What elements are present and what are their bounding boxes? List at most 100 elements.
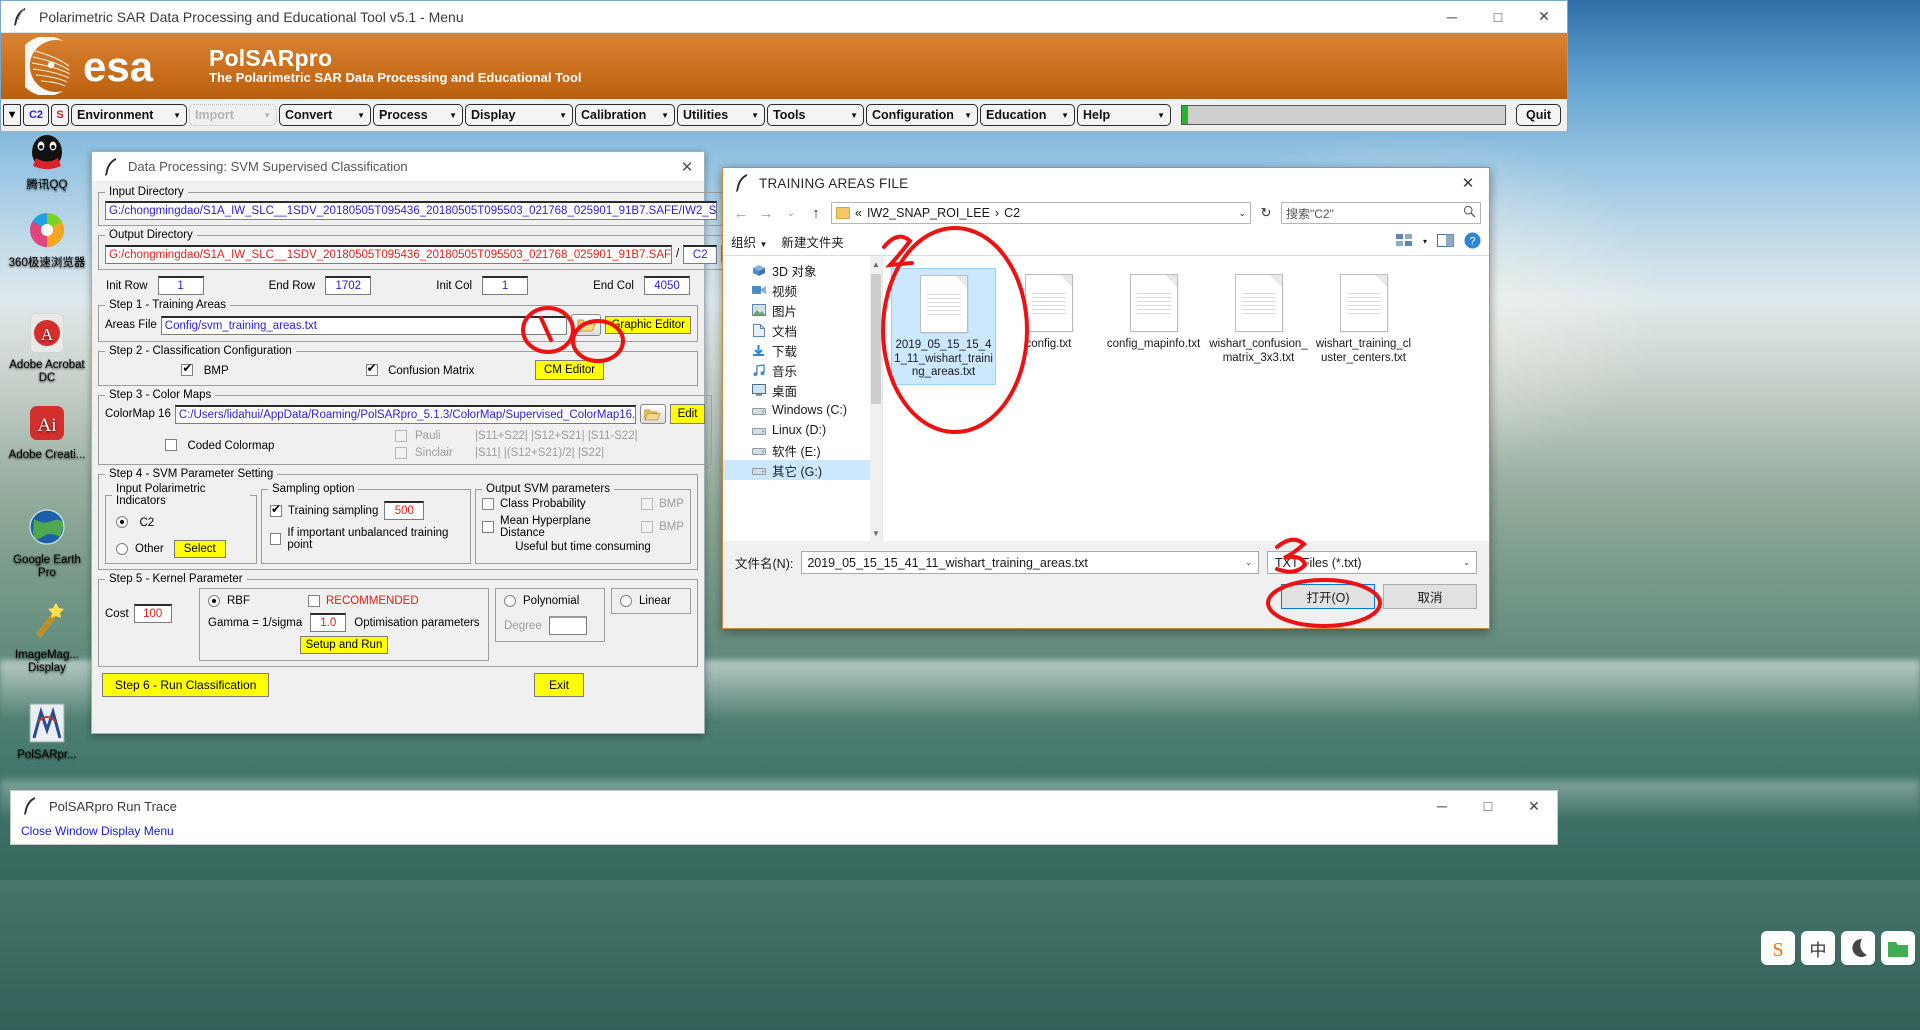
pauli-checkbox[interactable] [395,430,407,442]
nav-item-pictures[interactable]: 图片 [723,300,882,320]
file-item[interactable]: 2019_05_15_15_41_11_wishart_training_are… [891,268,996,385]
tray-icon-chinese-input[interactable]: 中 [1801,931,1835,970]
menu-help[interactable]: Help ▼ [1077,104,1171,126]
chevron-down-icon[interactable]: ⌄ [1245,558,1258,567]
s-indicator[interactable]: S [51,104,69,126]
colormap-browse-button[interactable] [639,404,666,424]
recent-locations-button[interactable]: ⌄ [781,208,801,219]
graphic-editor-button[interactable]: Graphic Editor [605,316,691,334]
mean-hyperplane-bmp-checkbox[interactable] [641,521,654,533]
svm-dialog-close[interactable]: ✕ [670,158,704,176]
chevron-down-icon[interactable]: ⌄ [1238,208,1246,219]
mean-hyperplane-checkbox[interactable] [482,521,494,533]
maximize-button[interactable]: □ [1475,1,1521,33]
view-mode-icon[interactable] [1395,233,1413,250]
scrollbar-thumb[interactable] [871,274,881,404]
desktop-icon-creative-cloud[interactable]: Ai Adobe Creati... [4,400,90,462]
quit-button[interactable]: Quit [1516,104,1561,126]
tray-icon-moon[interactable] [1841,931,1875,970]
scroll-up-arrow[interactable]: ▲ [870,256,882,272]
chevron-down-icon[interactable]: ⌄ [1463,558,1476,567]
menu-import[interactable]: Import ▼ [189,104,277,126]
run-trace-menu[interactable]: Close Window Display Menu [11,821,1557,838]
menu-tools[interactable]: Tools ▼ [767,104,864,126]
menu-calibration[interactable]: Calibration ▼ [575,104,675,126]
nav-item-desktop[interactable]: 桌面 [723,380,882,400]
menu-configuration[interactable]: Configuration ▼ [866,104,978,126]
tray-icon-folder[interactable] [1881,931,1915,970]
output-subdir-field[interactable]: C2 [683,244,718,264]
new-folder-button[interactable]: 新建文件夹 [781,232,844,251]
nav-item-documents[interactable]: 文档 [723,320,882,340]
gamma-field[interactable]: 1.0 [310,613,347,632]
nav-item-videos[interactable]: 视频 [723,280,882,300]
open-button[interactable]: 打开(O) [1281,584,1375,609]
other-radio[interactable] [116,543,128,555]
menu-utilities[interactable]: Utilities ▼ [677,104,765,126]
nav-item-drive-d[interactable]: Linux (D:) [723,420,882,440]
refresh-icon[interactable]: ↻ [1256,205,1276,221]
init-row-field[interactable]: 1 [157,276,204,295]
degree-field[interactable] [548,616,587,635]
select-button[interactable]: Select [173,540,226,558]
output-directory-field[interactable]: G:/chongmingdao/S1A_IW_SLC__1SDV_2018050… [105,244,673,264]
exit-button[interactable]: Exit [533,673,584,697]
cm-editor-button[interactable]: CM Editor [535,360,605,380]
input-directory-field[interactable]: G:/chongmingdao/S1A_IW_SLC__1SDV_2018050… [105,201,718,220]
run-trace-minimize[interactable]: ─ [1419,790,1465,822]
end-col-field[interactable]: 4050 [643,276,690,295]
init-col-field[interactable]: 1 [482,276,529,295]
file-dialog-close[interactable]: ✕ [1447,174,1489,192]
class-probability-checkbox[interactable] [482,498,494,510]
chevron-down-icon[interactable]: ▾ [1423,237,1427,246]
c2-indicator[interactable]: C2 [23,104,49,126]
unbalanced-checkbox[interactable] [270,533,282,545]
nav-item-drive-c[interactable]: Windows (C:) [723,400,882,420]
file-item[interactable]: config.txt [996,268,1101,385]
menu-convert[interactable]: Convert ▼ [279,104,371,126]
areas-file-browse-button[interactable] [571,314,602,336]
breadcrumb[interactable]: « IW2_SNAP_ROI_LEE › C2 ⌄ [831,202,1251,224]
areas-file-field[interactable]: Config/svm_training_areas.txt [160,315,568,335]
desktop-icon-imagemagick[interactable]: ImageMag... Display [4,600,90,674]
up-button[interactable]: ↑ [806,205,826,222]
menu-process[interactable]: Process ▼ [373,104,463,126]
preview-pane-icon[interactable] [1437,233,1454,250]
filetype-select[interactable]: TXT Files (*.txt) ⌄ [1267,551,1477,574]
menu-display[interactable]: Display ▼ [465,104,573,126]
desktop-icon-polsarpro[interactable]: PolSARpr... [4,700,90,762]
run-classification-button[interactable]: Step 6 - Run Classification [102,673,270,697]
end-row-field[interactable]: 1702 [325,276,372,295]
forward-button[interactable]: → [756,205,776,222]
colormap-field[interactable]: C:/Users/lidahui/AppData/Roaming/PolSARp… [174,404,636,424]
desktop-icon-google-earth[interactable]: Google Earth Pro [4,505,90,579]
back-button[interactable]: ← [731,205,751,222]
menu-left-arrow[interactable]: ▼ [3,104,21,126]
bmp-checkbox[interactable] [181,361,194,376]
close-button[interactable]: ✕ [1521,1,1567,33]
breadcrumb-item-2[interactable]: C2 [1004,206,1020,220]
training-sampling-checkbox[interactable] [270,502,282,517]
confusion-matrix-checkbox[interactable] [365,361,378,376]
recommended-checkbox[interactable] [308,595,320,607]
nav-item-drive-g[interactable]: 其它 (G:) [723,460,882,480]
coded-colormap-checkbox[interactable] [165,438,177,451]
cancel-button[interactable]: 取消 [1383,584,1477,609]
setup-and-run-button[interactable]: Setup and Run [299,636,389,654]
c2-radio[interactable] [116,516,128,528]
desktop-icon-browser[interactable]: 360极速浏览器 [4,208,90,270]
menu-environment[interactable]: Environment ▼ [71,104,187,126]
cost-field[interactable]: 100 [133,604,172,623]
nav-item-downloads[interactable]: 下载 [723,340,882,360]
nav-item-music[interactable]: 音乐 [723,360,882,380]
file-item[interactable]: config_mapinfo.txt [1101,268,1206,385]
file-item[interactable]: wishart_confusion_matrix_3x3.txt [1206,268,1311,385]
file-item[interactable]: wishart_training_cluster_centers.txt [1311,268,1416,385]
colormap-edit-button[interactable]: Edit [669,404,706,424]
organize-button[interactable]: 组织 ▼ [731,232,767,251]
linear-radio[interactable] [620,595,632,607]
scroll-down-arrow[interactable]: ▼ [870,525,882,541]
search-input[interactable]: 搜索"C2" [1281,202,1481,224]
navigation-scrollbar[interactable]: ▲ ▼ [870,256,882,541]
training-sampling-field[interactable]: 500 [384,501,425,520]
